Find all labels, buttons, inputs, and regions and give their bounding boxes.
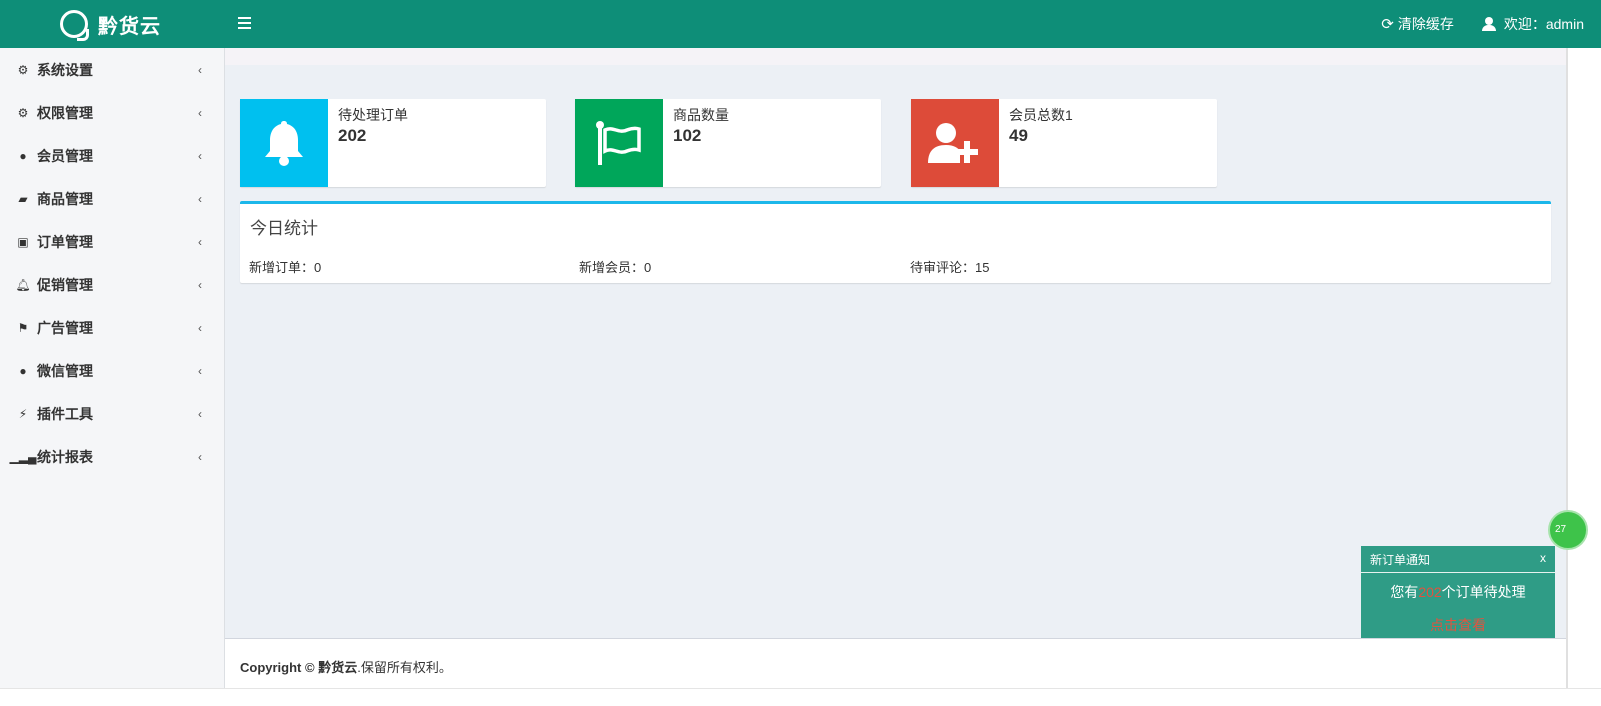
message-prefix: 您有 (1390, 584, 1419, 600)
user-menu[interactable]: 欢迎：admin (1481, 14, 1584, 34)
user-icon: ● (19, 148, 27, 163)
sidebar-item-label: 促销管理 (37, 276, 93, 293)
gears-icon: ⚙ (17, 105, 29, 120)
sidebar-toggle-button[interactable] (238, 14, 258, 34)
pending-count: 202 (1418, 584, 1442, 600)
close-button[interactable]: x (1540, 551, 1546, 565)
chevron-left-icon: ‹ (198, 321, 202, 335)
sidebar-item-label: 统计报表 (37, 448, 93, 465)
clear-cache-label: 清除缓存 (1397, 16, 1454, 32)
sidebar-item-label: 订单管理 (37, 233, 93, 250)
signal-icon: ▁▂▄ (9, 449, 37, 464)
chevron-left-icon: ‹ (198, 278, 202, 292)
sidebar-item-label: 微信管理 (37, 362, 93, 379)
clear-cache-button[interactable]: ⟳ 清除缓存 (1381, 14, 1454, 34)
bottom-strip (0, 688, 1601, 706)
copyright-label: Copyright © (240, 660, 315, 675)
chevron-left-icon: ‹ (198, 407, 202, 421)
gear-icon: ⚙ (17, 62, 29, 77)
chevron-left-icon: ‹ (198, 450, 202, 464)
sidebar: ⚙ 系统设置 ‹ ⚙ 权限管理 ‹ ● 会员管理 ‹ ▰ 商品管理 ‹ ▣ 订单… (0, 48, 225, 705)
welcome-text: 欢迎：admin (1503, 16, 1584, 32)
flag-icon: ⚑ (17, 320, 29, 335)
info-icon-box (240, 99, 328, 187)
footer-brand-link[interactable]: 黔货云 (318, 660, 357, 675)
brand-name: 黔货云 (98, 13, 161, 38)
footer: Copyright © 黔货云.保留所有权利。 (225, 638, 1566, 688)
hamburger-icon-line-3 (238, 27, 251, 29)
content-header-strip (225, 48, 1566, 65)
page-scrollbar[interactable] (1566, 48, 1568, 688)
sidebar-item-label: 插件工具 (37, 405, 93, 422)
info-box-label: 待处理订单 (338, 107, 408, 123)
bell-icon: 🔔︎ (15, 277, 31, 292)
rights-text: .保留所有权利。 (357, 660, 452, 675)
sidebar-item-label: 广告管理 (37, 319, 93, 336)
info-box-label: 商品数量 (673, 107, 729, 123)
refresh-icon: ⟳ (1381, 16, 1394, 33)
notification-header: 新订单通知 x (1361, 546, 1555, 573)
copyright-text: Copyright © 黔货云.保留所有权利。 (240, 657, 452, 676)
info-box-pending-orders[interactable]: 待处理订单 202 (240, 99, 546, 187)
flag-icon (596, 121, 641, 165)
sidebar-item-reports[interactable]: ▁▂▄ 统计报表 ‹ (0, 435, 224, 478)
sidebar-item-products[interactable]: ▰ 商品管理 ‹ (0, 177, 224, 220)
today-stats-panel: 今日统计 新增订单：0 新增会员：0 待审评论：15 (240, 201, 1551, 283)
top-navbar: 黔货云 ⟳ 清除缓存 欢迎：admin (0, 0, 1601, 48)
view-orders-link[interactable]: 点击查看 (1361, 615, 1555, 635)
float-counter-badge[interactable]: 27 (1548, 510, 1588, 550)
info-box-product-count[interactable]: 商品数量 102 (575, 99, 881, 187)
message-suffix: 个订单待处理 (1441, 584, 1526, 600)
plug-icon: ⚡︎ (18, 406, 28, 421)
info-box-member-total[interactable]: 会员总数1 49 (911, 99, 1217, 187)
bell-icon (265, 121, 303, 166)
chevron-left-icon: ‹ (198, 63, 202, 77)
info-icon-box (575, 99, 663, 187)
sidebar-item-label: 会员管理 (37, 147, 93, 164)
info-box-value: 102 (673, 126, 702, 145)
sidebar-item-label: 商品管理 (37, 190, 93, 207)
hamburger-icon-line-1 (238, 17, 251, 19)
user-icon (1481, 17, 1496, 31)
stat-new-orders: 新增订单：0 (249, 260, 322, 275)
sidebar-item-wechat[interactable]: ● 微信管理 ‹ (0, 349, 224, 392)
info-box-value: 49 (1009, 126, 1028, 145)
new-order-notification: 新订单通知 x 您有202个订单待处理 点击查看 (1361, 546, 1555, 638)
sidebar-item-system-settings[interactable]: ⚙ 系统设置 ‹ (0, 48, 224, 91)
sidebar-item-label: 权限管理 (37, 104, 93, 121)
sidebar-item-plugins[interactable]: ⚡︎ 插件工具 ‹ (0, 392, 224, 435)
book-icon: ▰ (18, 191, 28, 206)
sidebar-item-orders[interactable]: ▣ 订单管理 ‹ (0, 220, 224, 263)
info-box-label: 会员总数1 (1009, 107, 1073, 123)
logo-mark-icon (60, 10, 89, 41)
info-icon-box (911, 99, 999, 187)
chevron-left-icon: ‹ (198, 364, 202, 378)
chevron-left-icon: ‹ (198, 235, 202, 249)
wechat-icon: ● (19, 363, 27, 378)
sidebar-item-permissions[interactable]: ⚙ 权限管理 ‹ (0, 91, 224, 134)
hamburger-icon-line-2 (238, 22, 251, 24)
stat-new-members: 新增会员：0 (579, 260, 652, 275)
sidebar-item-ads[interactable]: ⚑ 广告管理 ‹ (0, 306, 224, 349)
money-icon: ▣ (17, 234, 29, 249)
panel-title: 今日统计 (250, 219, 318, 239)
stat-pending-reviews: 待审评论：15 (910, 260, 990, 275)
user-plus-icon (928, 123, 978, 163)
chevron-left-icon: ‹ (198, 106, 202, 120)
logo[interactable]: 黔货云 (60, 8, 161, 41)
chevron-left-icon: ‹ (198, 149, 202, 163)
sidebar-item-members[interactable]: ● 会员管理 ‹ (0, 134, 224, 177)
sidebar-item-promotions[interactable]: 🔔︎ 促销管理 ‹ (0, 263, 224, 306)
info-box-value: 202 (338, 126, 367, 145)
sidebar-item-label: 系统设置 (37, 61, 93, 78)
notification-title: 新订单通知 (1370, 552, 1431, 567)
chevron-left-icon: ‹ (198, 192, 202, 206)
notification-message: 您有202个订单待处理 (1361, 582, 1555, 602)
